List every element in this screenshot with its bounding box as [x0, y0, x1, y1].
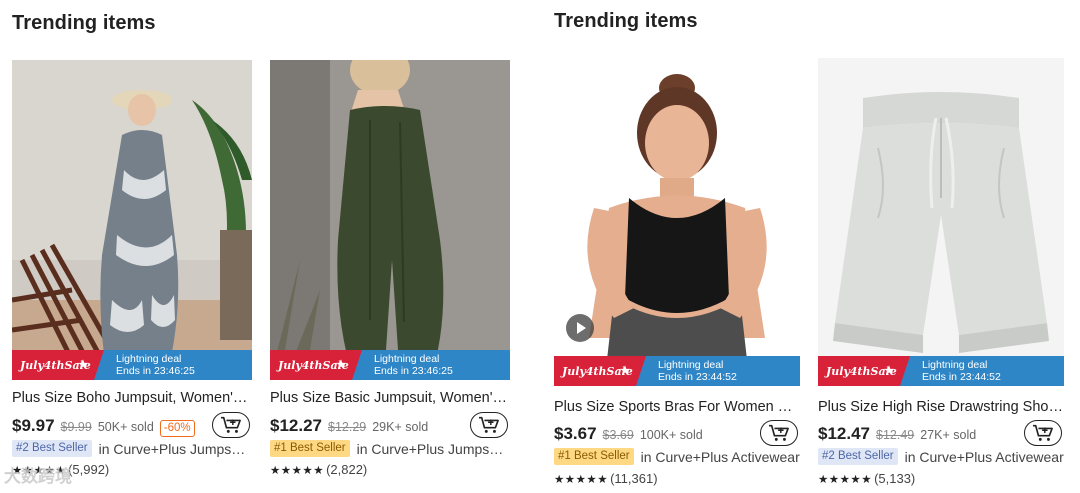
price-row: $3.67 $3.69 100K+ sold: [554, 424, 709, 444]
play-video-button[interactable]: [566, 314, 594, 342]
product-title[interactable]: Plus Size Sports Bras For Women Seamless: [554, 399, 800, 415]
rating-count: (2,822): [326, 462, 368, 477]
add-to-cart-button[interactable]: [470, 412, 508, 438]
price-row: $12.47 $12.49 27K+ sold: [818, 424, 982, 444]
product-title[interactable]: Plus Size High Rise Drawstring Shorts: [818, 399, 1064, 415]
add-to-cart-button[interactable]: [212, 412, 250, 438]
deal-countdown: Ends in 23:46:25: [116, 365, 195, 377]
deal-label: Lightning deal: [374, 353, 440, 365]
price-row: $9.97 $9.99 50K+ sold -60%: [12, 416, 195, 437]
rank-row: #1 Best Seller in Curve+Plus Activewear: [554, 448, 800, 465]
rank-row: #2 Best Seller in Curve+Plus Jumpsuits: [12, 440, 252, 457]
category-link[interactable]: in Curve+Plus Jumpsuits: [99, 441, 252, 457]
product-card-basic-jumpsuit[interactable]: July4thSale ★ Lightning deal Ends in 23:4…: [270, 60, 510, 490]
price: $3.67: [554, 424, 597, 443]
deal-label: Lightning deal: [922, 359, 988, 371]
deal-divider: [900, 356, 910, 386]
sold-count: 50K+ sold: [97, 420, 154, 434]
lightning-deal-banner: July4thSale ★ Lightning deal Ends in 23:4…: [818, 356, 1064, 386]
best-seller-badge: #1 Best Seller: [270, 440, 350, 457]
deal-brand: July4thSale ★: [12, 350, 94, 380]
star-rating: ★★★★★: [818, 473, 873, 486]
deal-timer: Lightning deal Ends in 23:44:52: [900, 356, 1064, 386]
right-panel: Trending items July4thSale ★ Lightning de…: [540, 0, 1080, 493]
original-price: $9.99: [60, 420, 92, 434]
original-price: $3.69: [602, 428, 634, 442]
price: $12.27: [270, 416, 322, 435]
sold-count: 27K+ sold: [920, 428, 977, 442]
deal-countdown: Ends in 23:44:52: [658, 371, 737, 383]
price: $9.97: [12, 416, 55, 435]
category-link[interactable]: in Curve+Plus Jumpsuits: [357, 441, 510, 457]
star-icon: ★: [884, 364, 894, 377]
cart-icon: [221, 416, 241, 433]
sold-count: 100K+ sold: [639, 428, 703, 442]
product-card-drawstring-shorts[interactable]: July4thSale ★ Lightning deal Ends in 23:4…: [818, 58, 1064, 490]
add-to-cart-button[interactable]: [760, 420, 798, 446]
discount-badge: -60%: [159, 420, 195, 437]
star-icon: ★: [620, 364, 630, 377]
deal-brand: July4thSale ★: [554, 356, 636, 386]
section-title: Trending items: [554, 10, 698, 32]
sold-count: 29K+ sold: [372, 420, 429, 434]
product-card-boho-jumpsuit[interactable]: July4thSale ★ Lightning deal Ends in 23:4…: [12, 60, 252, 490]
best-seller-badge: #2 Best Seller: [818, 448, 898, 465]
lightning-deal-banner: July4thSale ★ Lightning deal Ends in 23:4…: [12, 350, 252, 380]
original-price: $12.29: [328, 420, 367, 434]
section-title: Trending items: [12, 12, 156, 34]
original-price: $12.49: [876, 428, 915, 442]
product-title[interactable]: Plus Size Basic Jumpsuit, Women's Plus S…: [270, 390, 510, 406]
rating-count: (11,361): [610, 471, 658, 486]
product-image[interactable]: [818, 58, 1064, 386]
star-rating: ★★★★★: [270, 464, 325, 477]
deal-brand: July4thSale ★: [818, 356, 900, 386]
rating-count: (5,133): [874, 471, 916, 486]
left-panel: Trending items July4thSale ★ Lightning d…: [0, 0, 520, 493]
best-seller-badge: #2 Best Seller: [12, 440, 92, 457]
product-image[interactable]: [12, 60, 252, 380]
rating-row: ★★★★★ (2,822): [270, 462, 367, 477]
lightning-deal-banner: July4thSale ★ Lightning deal Ends in 23:4…: [270, 350, 510, 380]
price-row: $12.27 $12.29 29K+ sold: [270, 416, 434, 436]
cart-icon: [479, 416, 499, 433]
deal-timer: Lightning deal Ends in 23:44:52: [636, 356, 800, 386]
rating-count: (5,992): [68, 462, 110, 477]
lightning-deal-banner: July4thSale ★ Lightning deal Ends in 23:4…: [554, 356, 800, 386]
product-title[interactable]: Plus Size Boho Jumpsuit, Women's Plus Ti…: [12, 390, 252, 406]
deal-timer: Lightning deal Ends in 23:46:25: [94, 350, 252, 380]
deal-divider: [352, 350, 362, 380]
product-card-sports-bra[interactable]: July4thSale ★ Lightning deal Ends in 23:4…: [554, 58, 800, 490]
rating-row: ★★★★★ (11,361): [554, 471, 658, 486]
star-icon: ★: [336, 358, 346, 371]
deal-countdown: Ends in 23:44:52: [922, 371, 1001, 383]
category-link[interactable]: in Curve+Plus Activewear: [905, 449, 1064, 465]
product-image[interactable]: [270, 60, 510, 380]
cart-icon: [1033, 424, 1053, 441]
deal-divider: [636, 356, 646, 386]
deal-divider: [94, 350, 104, 380]
deal-label: Lightning deal: [658, 359, 724, 371]
cart-icon: [769, 424, 789, 441]
best-seller-badge: #1 Best Seller: [554, 448, 634, 465]
category-link[interactable]: in Curve+Plus Activewear: [641, 449, 800, 465]
deal-countdown: Ends in 23:46:25: [374, 365, 453, 377]
watermark: 大数跨境: [4, 467, 72, 486]
deal-brand: July4thSale ★: [270, 350, 352, 380]
deal-timer: Lightning deal Ends in 23:46:25: [352, 350, 510, 380]
rating-row: ★★★★★ (5,133): [818, 471, 915, 486]
star-icon: ★: [78, 358, 88, 371]
price: $12.47: [818, 424, 870, 443]
rank-row: #1 Best Seller in Curve+Plus Jumpsuits: [270, 440, 510, 457]
deal-label: Lightning deal: [116, 353, 182, 365]
star-rating: ★★★★★: [554, 473, 609, 486]
add-to-cart-button[interactable]: [1024, 420, 1062, 446]
rank-row: #2 Best Seller in Curve+Plus Activewear: [818, 448, 1064, 465]
